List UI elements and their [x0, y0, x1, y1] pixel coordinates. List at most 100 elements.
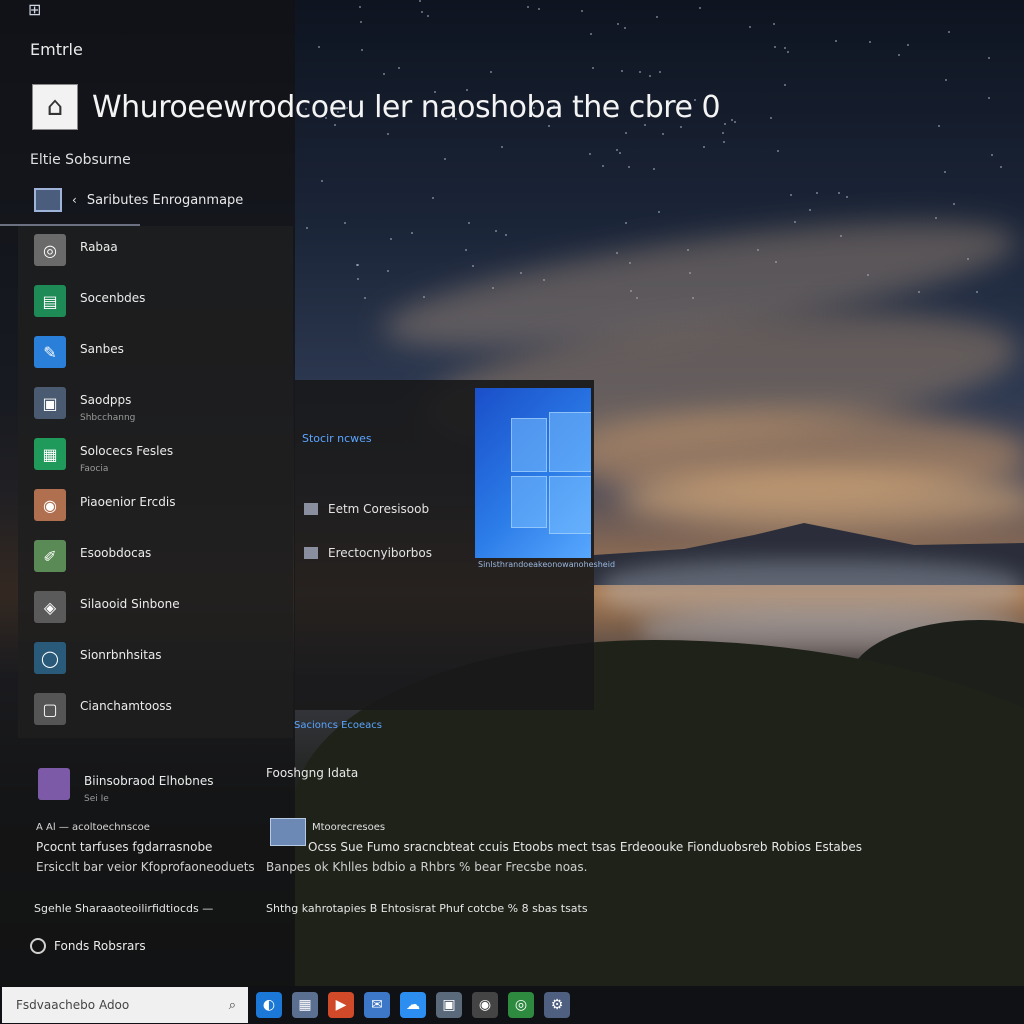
search-input[interactable] — [14, 997, 208, 1013]
star — [658, 70, 661, 73]
panel-link[interactable]: Stocir ncwes — [302, 432, 372, 445]
settings-icon[interactable]: ⚙ — [544, 992, 570, 1018]
list-item-app[interactable]: ▤ Socenbdes — [34, 285, 145, 317]
list-item-lower-app[interactable]: Biinsobraod Elhobnes Sei Ie — [38, 768, 214, 804]
photos-icon[interactable]: ▣ — [436, 992, 462, 1018]
star — [390, 237, 393, 240]
star — [526, 6, 529, 9]
app-icon: ▣ — [34, 387, 66, 419]
edge-icon[interactable]: ◐ — [256, 992, 282, 1018]
store-icon[interactable]: ▦ — [292, 992, 318, 1018]
media-icon[interactable]: ▶ — [328, 992, 354, 1018]
footer-item[interactable]: Fonds Robsrars — [30, 938, 146, 954]
list-item-app[interactable]: ✐ Esoobdocas — [34, 540, 151, 572]
star — [494, 229, 497, 232]
entry-icon — [304, 503, 318, 515]
star — [616, 22, 619, 25]
taskbar-search[interactable]: ⌕ — [2, 987, 248, 1023]
list-item-app[interactable]: ◯ Sionrbnhsitas — [34, 642, 162, 674]
app-name: Piaoenior Ercdis — [80, 495, 176, 509]
info-card-icon — [270, 818, 306, 846]
star — [945, 79, 948, 82]
star — [731, 118, 734, 121]
list-item[interactable]: Erectocnyiborbos — [304, 546, 432, 560]
text-line: Ocss Sue Fumo sracncbteat ccuis Etoobs m… — [308, 840, 863, 854]
star — [321, 180, 324, 183]
list-item-app[interactable]: ◉ Piaoenior Ercdis — [34, 489, 175, 521]
page-title: ⌂ Whuroeewrodcoeu ler naoshoba the cbre … — [32, 84, 721, 130]
app-subtitle: Faocia — [80, 464, 109, 474]
star — [619, 151, 622, 154]
star — [722, 140, 725, 143]
camera-icon[interactable]: ◉ — [472, 992, 498, 1018]
pinned-header[interactable]: ‹ Saributes Enroganmape — [34, 188, 243, 212]
info-title: Mtoorecresoes — [312, 822, 386, 833]
menu-heading: Emtrle — [30, 40, 83, 59]
star — [937, 124, 940, 127]
star — [897, 53, 900, 56]
star — [987, 97, 990, 100]
star — [990, 154, 993, 157]
list-item[interactable]: Eetm Coresisoob — [304, 502, 429, 516]
list-item-app[interactable]: ▣ Saodpps Shbcchanng — [34, 387, 135, 423]
app-icon: ◉ — [34, 489, 66, 521]
star — [769, 117, 772, 120]
app-name: Sanbes — [80, 342, 124, 356]
xbox-icon[interactable]: ◎ — [508, 992, 534, 1018]
star — [418, 0, 421, 3]
star — [907, 43, 910, 46]
footer-label: Fonds Robsrars — [54, 939, 146, 953]
section-heading: Fooshgng Idata — [266, 766, 359, 780]
star — [724, 123, 727, 126]
list-item-app[interactable]: ▢ Cianchamtooss — [34, 693, 172, 725]
star — [838, 192, 841, 195]
page-title-text: Whuroeewrodcoeu ler naoshoba the cbre 0 — [92, 89, 721, 125]
entry-label: Erectocnyiborbos — [328, 546, 433, 560]
app-logo-icon: ⌂ — [32, 84, 78, 130]
app-icon: ✐ — [34, 540, 66, 572]
start-menu: ⊞ Emtrle Eltie Sobsurne ‹ Saributes Enro… — [0, 0, 295, 986]
app-icon: ◯ — [34, 642, 66, 674]
star — [625, 221, 627, 224]
star — [590, 32, 593, 35]
power-icon — [30, 938, 46, 954]
star — [988, 56, 991, 59]
star — [589, 152, 592, 155]
list-item-app[interactable]: ▦ Solocecs Fesles Faocia — [34, 438, 173, 474]
star — [976, 290, 979, 293]
windows-tile[interactable] — [475, 388, 591, 558]
star — [918, 290, 921, 293]
star — [655, 15, 658, 18]
star — [601, 165, 604, 168]
star — [943, 170, 946, 173]
star — [638, 70, 641, 73]
tile-caption: Sinlsthrandoeakeonowanohesheid — [478, 560, 616, 569]
entry-icon — [304, 547, 318, 559]
windows-logo-icon[interactable]: ⊞ — [28, 0, 41, 19]
star — [357, 277, 360, 280]
list-item-app[interactable]: ◈ Silaooid Sinbone — [34, 591, 180, 623]
section-label: Eltie Sobsurne — [30, 152, 131, 168]
star — [467, 221, 470, 224]
list-item-app[interactable]: ◎ Rabaa — [34, 234, 118, 266]
star — [624, 131, 627, 134]
star — [787, 50, 790, 53]
star — [809, 209, 812, 212]
list-item-app[interactable]: ✎ Sanbes — [34, 336, 124, 368]
star — [624, 27, 627, 30]
star — [649, 75, 652, 78]
mail-icon[interactable]: ✉ — [364, 992, 390, 1018]
star — [591, 66, 594, 69]
back-arrow-icon: ‹ — [72, 193, 77, 207]
star — [749, 25, 752, 28]
star — [935, 216, 938, 219]
search-icon[interactable]: ⌕ — [229, 998, 236, 1013]
panel-link-bottom[interactable]: Sacioncs Ecoeacs — [294, 720, 382, 731]
star — [846, 195, 849, 198]
star — [426, 15, 429, 18]
star — [658, 210, 661, 213]
app-name: Sionrbnhsitas — [80, 648, 162, 662]
star — [783, 47, 786, 50]
onedrive-icon[interactable]: ☁ — [400, 992, 426, 1018]
star — [422, 295, 425, 298]
